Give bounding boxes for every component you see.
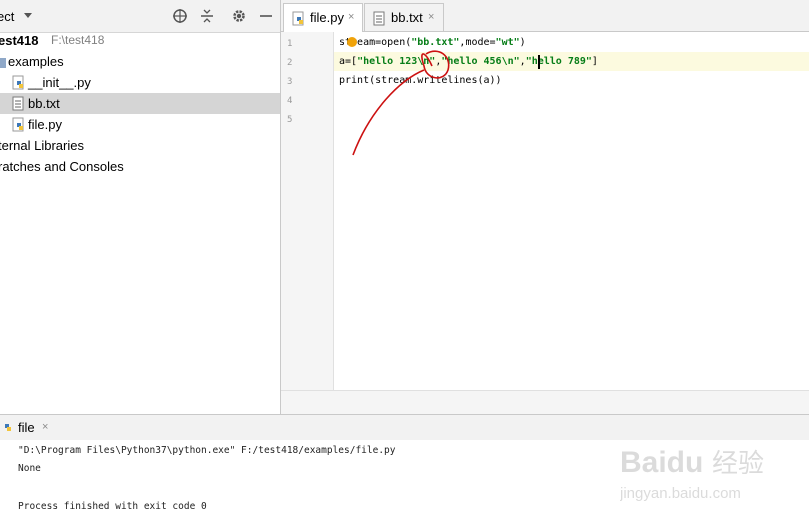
code-token: )	[519, 37, 526, 48]
line-number: 2	[287, 58, 293, 68]
text-file-icon	[12, 96, 24, 111]
tab-label: file.py	[310, 10, 344, 25]
tree-item-scratches-and-consoles[interactable]: ratches and Consoles	[0, 156, 280, 177]
crosshair-icon[interactable]	[172, 8, 188, 24]
text-caret	[538, 55, 540, 69]
text-file-icon	[373, 11, 385, 26]
code-string-token: "hello 789"	[525, 56, 592, 67]
line-number: 4	[287, 96, 293, 106]
minimize-icon[interactable]	[258, 8, 274, 24]
tree-item-label: __init__.py	[28, 75, 91, 90]
tree-item-label: file.py	[28, 117, 62, 132]
code-token: ]	[591, 56, 598, 67]
tree-root[interactable]: est418 F:\test418	[0, 30, 280, 51]
line-number-gutter[interactable]: 1 2 3 4 5	[281, 32, 334, 390]
gear-icon[interactable]	[231, 8, 247, 24]
editor-tab-bar: file.py × bb.txt ×	[281, 0, 809, 33]
tab-bb-txt[interactable]: bb.txt ×	[364, 3, 444, 32]
tree-item-init-py[interactable]: __init__.py	[0, 72, 280, 93]
python-file-icon	[5, 424, 11, 431]
root-name: est418	[0, 33, 39, 48]
baidu-jingyan-watermark: Baidu 经验 jingyan.baidu.com	[620, 446, 764, 502]
close-icon[interactable]: ×	[428, 11, 434, 23]
tree-item-file-py[interactable]: file.py	[0, 114, 280, 135]
tab-file-py[interactable]: file.py ×	[283, 3, 363, 33]
console-line: None	[18, 463, 41, 474]
root-path: F:\test418	[51, 33, 105, 47]
project-header: ect	[0, 0, 280, 33]
code-string-token: "wt"	[495, 37, 520, 48]
tree-item-external-libraries[interactable]: ternal Libraries	[0, 135, 280, 156]
tree-item-label: ratches and Consoles	[0, 159, 124, 174]
tree-item-label: bb.txt	[28, 96, 60, 111]
run-tab-file[interactable]: file	[18, 420, 35, 435]
tree-item-label: ternal Libraries	[0, 138, 84, 153]
close-icon[interactable]: ×	[348, 11, 354, 23]
red-annotation-icon	[352, 50, 450, 156]
tab-label: bb.txt	[391, 10, 423, 25]
console-line: Process finished with exit code 0	[18, 501, 207, 512]
folder-icon	[0, 58, 6, 68]
editor-status-strip	[281, 390, 809, 415]
python-file-icon	[12, 117, 24, 132]
line-number: 5	[287, 115, 293, 125]
watermark-url: jingyan.baidu.com	[620, 485, 741, 502]
tree-item-bb-txt[interactable]: bb.txt	[0, 93, 280, 114]
line-number: 3	[287, 77, 293, 87]
chevron-down-icon[interactable]	[24, 13, 32, 18]
watermark-brand: Baidu	[620, 446, 703, 479]
line-number: 1	[287, 39, 293, 49]
console-line: "D:\Program Files\Python37\python.exe" F…	[18, 445, 396, 456]
watermark-cn: 经验	[712, 449, 764, 479]
tree-item-label: examples	[8, 54, 64, 69]
python-file-icon	[12, 75, 24, 90]
python-file-icon	[292, 11, 304, 26]
tree-item-examples[interactable]: examples	[0, 51, 280, 72]
close-icon[interactable]: ×	[42, 421, 48, 433]
project-view-selector[interactable]: ect	[0, 9, 14, 24]
project-tool-window: ect est418 F:\test418 examples __init__.…	[0, 0, 281, 414]
collapse-icon[interactable]	[199, 8, 215, 24]
